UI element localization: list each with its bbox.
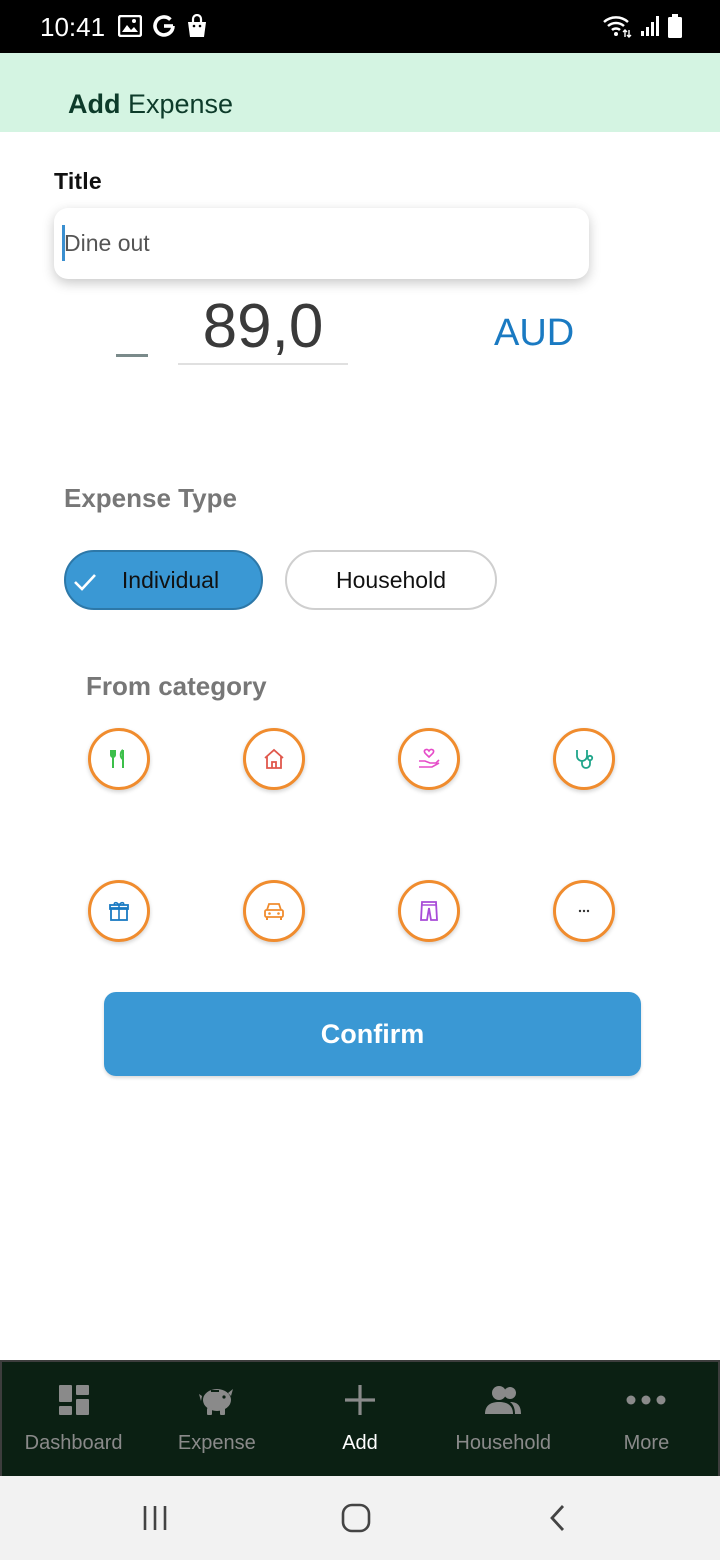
shopping-bag-icon: [188, 14, 206, 37]
nav-label: Dashboard: [24, 1432, 123, 1454]
category-transport[interactable]: [243, 880, 305, 942]
wifi-icon: [603, 16, 632, 38]
confirm-button[interactable]: Confirm: [104, 992, 641, 1076]
status-time: 10:41: [40, 12, 106, 42]
title-label: Title: [54, 168, 102, 194]
category-health[interactable]: [553, 728, 615, 790]
bottom-navigation: Dashboard Expense Add Household More: [0, 1360, 720, 1476]
image-icon: [118, 15, 142, 37]
page-title: Add Expense: [68, 89, 234, 119]
category-food[interactable]: [88, 728, 150, 790]
nav-label: Expense: [177, 1432, 256, 1454]
chip-label: Household: [336, 566, 446, 593]
dashboard-icon: [58, 1385, 89, 1415]
category-gift[interactable]: [88, 880, 150, 942]
plus-icon: [345, 1385, 375, 1415]
google-icon: [153, 15, 175, 37]
recents-button[interactable]: [135, 1498, 175, 1538]
fork-knife-icon: [110, 749, 124, 768]
ellipsis-icon: [578, 909, 590, 913]
expense-type-label: Expense Type: [64, 483, 237, 513]
system-navigation-bar: [0, 1476, 720, 1560]
pants-icon: [420, 901, 438, 921]
home-icon: [264, 748, 284, 769]
system-status-icons: [602, 14, 682, 38]
title-input-container: [54, 208, 589, 279]
app-bar: Add Expense: [0, 53, 720, 132]
gift-icon: [109, 901, 129, 921]
nav-label: Household: [455, 1432, 552, 1454]
back-icon: [550, 1505, 565, 1531]
nav-label: More: [623, 1432, 670, 1454]
people-icon: [485, 1386, 522, 1414]
stethoscope-icon: [576, 750, 594, 769]
nav-item-dashboard[interactable]: Dashboard: [2, 1362, 145, 1476]
recents-icon: [143, 1506, 167, 1530]
car-icon: [264, 903, 284, 920]
category-label: From category: [86, 671, 267, 701]
hand-heart-icon: [419, 748, 440, 768]
more-icon: [626, 1395, 666, 1405]
minus-sign-button[interactable]: [116, 338, 148, 360]
category-charity[interactable]: [398, 728, 460, 790]
category-home[interactable]: [243, 728, 305, 790]
category-clothing[interactable]: [398, 880, 460, 942]
title-input[interactable]: [62, 218, 577, 268]
piggy-bank-icon: [198, 1389, 233, 1415]
amount-input[interactable]: 89,0: [178, 293, 348, 365]
add-expense-screen: 10:41 Add Expense Title 89,0 AUD Expense…: [0, 0, 720, 1560]
text-cursor: [62, 225, 65, 261]
home-circle-icon: [341, 1503, 371, 1533]
chip-label: Individual: [121, 566, 220, 593]
nav-item-more[interactable]: More: [575, 1362, 718, 1476]
nav-item-household[interactable]: Household: [432, 1362, 575, 1476]
category-other[interactable]: [553, 880, 615, 942]
expense-type-household-chip[interactable]: Household: [285, 550, 497, 610]
check-icon: [74, 574, 96, 591]
currency-selector[interactable]: AUD: [494, 312, 574, 355]
home-button[interactable]: [336, 1498, 376, 1538]
nav-item-add[interactable]: Add: [288, 1362, 431, 1476]
status-bar: 10:41: [0, 0, 720, 53]
back-button[interactable]: [538, 1498, 578, 1538]
notification-icons: [118, 14, 208, 38]
signal-icon: [641, 16, 659, 36]
nav-label: Add: [342, 1432, 378, 1454]
battery-icon: [668, 14, 682, 38]
expense-type-individual-chip[interactable]: Individual: [64, 550, 263, 610]
nav-item-expense[interactable]: Expense: [145, 1362, 288, 1476]
